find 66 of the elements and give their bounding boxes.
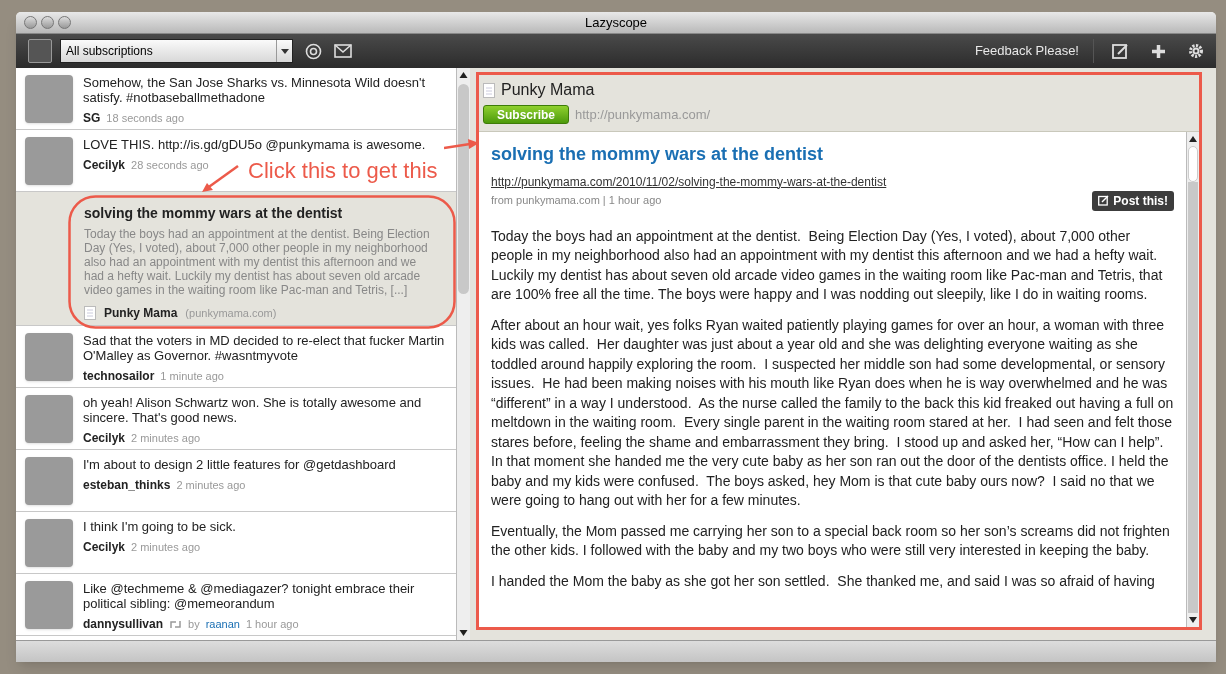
username[interactable]: technosailor [83, 367, 155, 385]
post-button[interactable]: Post this! [1092, 190, 1174, 211]
avatar [25, 581, 73, 629]
window-title: Lazyscope [584, 13, 648, 32]
mention-icon[interactable] [305, 42, 322, 60]
timestamp: 28 seconds ago [131, 157, 209, 173]
retweet-icon [169, 619, 183, 629]
scrollbar[interactable] [456, 68, 470, 640]
avatar [25, 75, 73, 123]
retweet-label: by [188, 616, 200, 632]
user-avatar[interactable] [28, 39, 52, 63]
tweet-text: Somehow, the San Jose Sharks vs. Minnesota Wild doesn't satisfy. #notbaseballmethadone [83, 75, 427, 105]
tweet-text: oh yeah! Alison Schwartz won. She is totally awesome and sincere. That's good news. [83, 395, 423, 425]
settings-icon[interactable] [1188, 43, 1204, 59]
username[interactable]: Cecilyk [83, 429, 126, 447]
retweeter-link[interactable]: raanan [205, 615, 240, 633]
article-paragraph: I handed the Mom the baby as she got her son settled. She thanked me, and said I was so afraid of having [491, 571, 1156, 591]
tweet-text: I'm about to design 2 little features for @getdashboard [83, 457, 396, 472]
feed-item[interactable] [16, 192, 456, 326]
document-icon [483, 82, 495, 98]
scrollbar-thumb[interactable] [1188, 145, 1198, 182]
timestamp: 2 minutes ago [131, 539, 201, 555]
close-button[interactable] [24, 16, 37, 29]
zoom-button[interactable] [58, 16, 71, 29]
timestamp: 2 minutes ago [176, 477, 246, 493]
subscription-dropdown[interactable]: All subscriptions [60, 39, 293, 63]
tweet-text: LOVE THIS. http://is.gd/gDU5o @punkymama is awesome. [83, 137, 426, 152]
tweet-text: Sad that the voters in MD decided to re-elect that fucker Martin O'Malley as Governor. #wasntmyvote [83, 333, 446, 363]
article-paragraph: Today the boys had an appointment at the dentist. Being Election Day (Yes, I voted), about 7,000 other people in my neighborhood also had an appointment with my dentist this afternoon and we had a hefty wait. Luckily my dentist has about seven old arcade video games in the waiting room like Pac-man and Tetris, that are 100% free all the time. The boys were happy and I was nodding out sleepily, like I do in waiting rooms. [491, 226, 1164, 304]
tweet-text: I think I'm going to be sick. [83, 519, 236, 534]
avatar [25, 457, 73, 505]
compose-icon[interactable] [1112, 42, 1129, 60]
username[interactable]: SG [83, 109, 101, 127]
caret-icon [280, 48, 289, 54]
scrollbar[interactable] [1186, 131, 1199, 627]
article-paragraph: Eventually, the Mom passed me carrying her son to a special back room so her son’s screams did not frighten the other kids. I followed with the baby and my two boys who were still very interested in keeping the baby. [491, 521, 1171, 560]
avatar [25, 137, 73, 185]
mail-icon[interactable] [334, 44, 352, 58]
source-title: Punky Mama [501, 80, 595, 100]
username[interactable]: Cecilyk [83, 156, 126, 174]
avatar [25, 519, 73, 567]
tweet-text: Like @techmeme & @mediagazer? tonight embrace their political sibling: @memeorandum [83, 581, 416, 611]
article-meta: from punkymama.com | 1 hour ago [491, 193, 662, 209]
username[interactable]: Cecilyk [83, 538, 126, 556]
article-title[interactable]: solving the mommy wars at the dentist [491, 140, 1174, 168]
scrollbar-thumb[interactable] [458, 84, 469, 294]
document-icon [84, 306, 96, 320]
username[interactable]: dannysullivan [83, 615, 164, 633]
timestamp: 1 hour ago [245, 616, 299, 632]
avatar [25, 395, 73, 443]
avatar [25, 333, 73, 381]
annotation-text: Click this to get this [248, 157, 438, 185]
plus-icon[interactable] [1151, 43, 1166, 59]
username[interactable]: esteban_thinks [83, 476, 171, 494]
timestamp: 1 minute ago [160, 368, 224, 384]
minimize-button[interactable] [41, 16, 54, 29]
timestamp: 2 minutes ago [131, 430, 201, 446]
article-excerpt: Today the boys had an appointment at the dentist. Being Election Day (Yes, I voted), about 7,000 other people in my neighborhood also had an appointment with my dentist this afternoon and we had a hefty wait. Luckily my dentist has about seven old arcade video games in the waiting room like Pac-man and Tetris, [...] [84, 227, 431, 297]
source-domain: (punkymama.com) [185, 305, 277, 321]
timestamp: 18 seconds ago [106, 110, 184, 126]
feedback-link[interactable]: Feedback Please! [974, 39, 1094, 63]
article-link[interactable]: http://punkymama.com/2010/11/02/solving-the-mommy-wars-at-the-dentist [491, 172, 887, 191]
source-name: Punky Mama [104, 305, 178, 322]
article-paragraph: After about an hour wait, yes folks Ryan waited patiently playing games for over an hour, a woman with three kids was called. Her daughter was just about a year old and she was delighting everyone waiting as she toddled around happily exploring the room. I suspected her middle son had some developmental, or sensory issues. He had been making noises with his mouth like Ryan does when he is way overwhelmed and he was “different” in a way I understood. As the nurse called the family to the back this kid freaked out having a full on meltdown in the waiting room. Every single parent in the waiting room stared at her. I had seen and felt those stares before, feeling the shame and embarrassment they bring. I stood up and asked her, “How can I help”. In that moment she handed me the very cute baby as her son ran out the door of the dentists office. I held the baby and my kids were confused. The boys asked, hey Mom is that cute baby ours now? I said no that we were going to hang out with her for a few minutes. [491, 315, 1174, 510]
compose-icon [1098, 195, 1110, 206]
article-title: solving the mommy wars at the dentist [84, 204, 344, 223]
